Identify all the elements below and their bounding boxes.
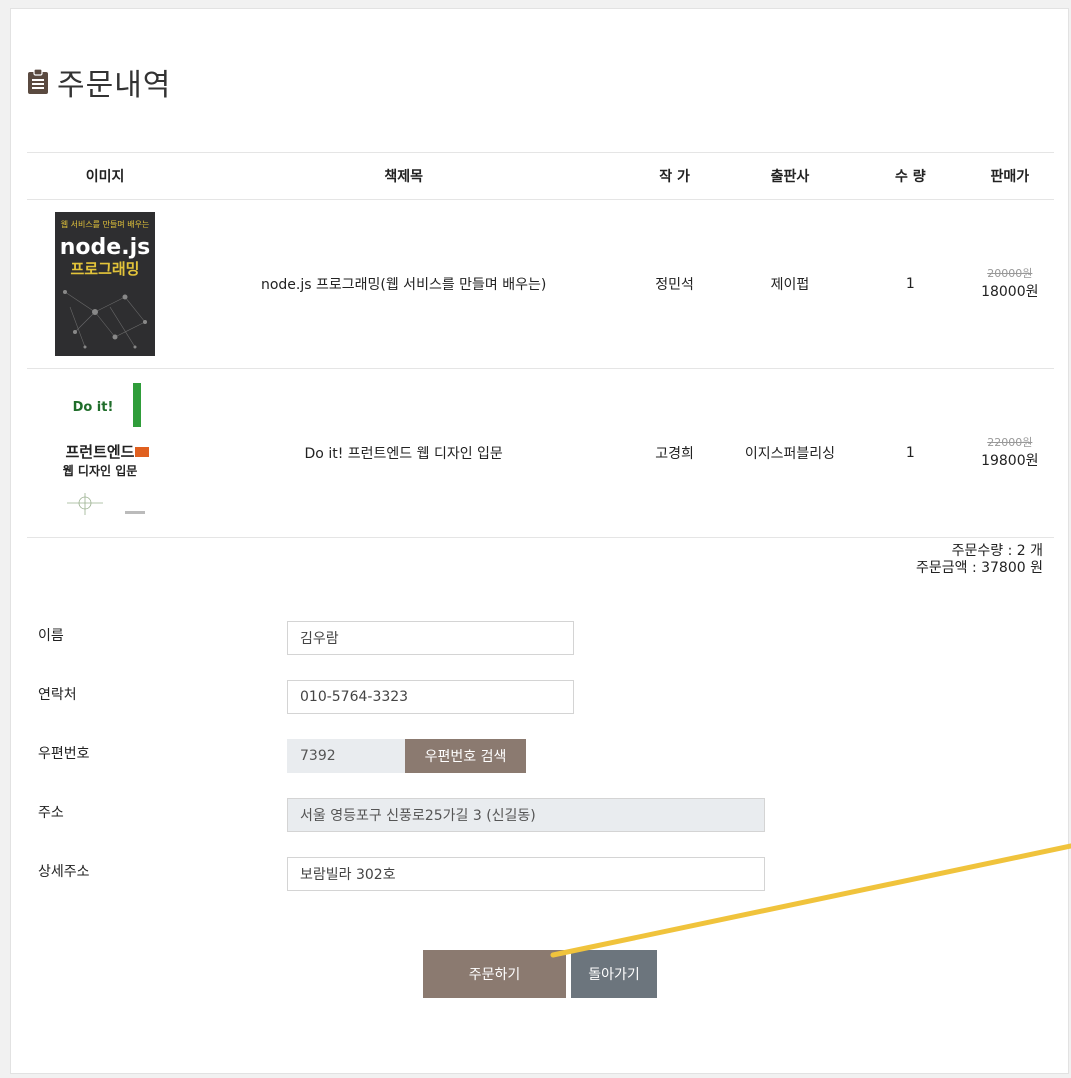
header-quantity: 수 량	[855, 152, 966, 200]
table-header-row: 이미지 책제목 작 가 출판사 수 량 판매가	[27, 152, 1054, 200]
book-author: 고경희	[624, 368, 725, 538]
cover-text-top: 웹 서비스를 만들며 배우는	[61, 219, 150, 229]
cover-text-main: node.js	[60, 235, 150, 260]
zip-search-button[interactable]: 우편번호 검색	[405, 739, 526, 773]
cover-text-main: 프런트엔드	[66, 443, 135, 461]
book-publisher: 이지스퍼블리싱	[724, 368, 856, 538]
header-publisher: 출판사	[724, 152, 856, 200]
book-author: 정민석	[624, 199, 725, 369]
original-price: 22000원	[987, 436, 1033, 449]
name-input[interactable]: 김우람	[287, 621, 574, 655]
page-title: 주문내역	[27, 60, 171, 104]
cover-text-sub: 프로그래밍	[71, 260, 140, 278]
book-cover-cell: Do it! 프런트엔드 웹 디자인 입문	[27, 368, 184, 538]
book-cover-cell: 웹 서비스를 만들며 배우는 node.js 프로그래밍	[27, 199, 184, 369]
book-price: 22000원 19800원	[965, 368, 1054, 538]
order-summary: 주문수량 : 2 개 주문금액 : 37800 원	[916, 543, 1043, 577]
clipboard-icon	[28, 69, 48, 94]
address-label: 주소	[38, 805, 64, 821]
zip-label: 우편번호	[38, 746, 90, 762]
header-title: 책제목	[183, 152, 625, 200]
order-button[interactable]: 주문하기	[423, 950, 566, 998]
phone-label: 연락처	[38, 687, 77, 703]
order-count: 주문수량 : 2 개	[951, 543, 1043, 559]
book-quantity: 1	[855, 368, 966, 538]
sale-price: 19800원	[981, 453, 1039, 469]
book-publisher: 제이펍	[724, 199, 856, 369]
order-table: 이미지 책제목 작 가 출판사 수 량 판매가 웹 서비스를 만들며 배우는 n…	[27, 152, 1054, 538]
table-row: 웹 서비스를 만들며 배우는 node.js 프로그래밍 node.js 프로그…	[27, 199, 1054, 369]
header-price: 판매가	[965, 152, 1054, 200]
book-title: node.js 프로그래밍(웹 서비스를 만들며 배우는)	[183, 199, 625, 369]
page-title-text: 주문내역	[57, 68, 172, 103]
order-amount: 주문금액 : 37800 원	[915, 560, 1043, 576]
detail-address-input[interactable]: 보람빌라 302호	[287, 857, 765, 891]
phone-input[interactable]: 010-5764-3323	[287, 680, 574, 714]
zip-input[interactable]: 7392	[287, 739, 405, 773]
back-button[interactable]: 돌아가기	[571, 950, 657, 998]
address-input[interactable]: 서울 영등포구 신풍로25가길 3 (신길동)	[287, 798, 765, 832]
name-label: 이름	[38, 628, 64, 644]
sale-price: 18000원	[981, 284, 1039, 300]
cover-text-sub: 웹 디자인 입문	[63, 463, 138, 478]
book-title: Do it! 프런트엔드 웹 디자인 입문	[183, 368, 625, 538]
book-cover-nodejs[interactable]: 웹 서비스를 만들며 배우는 node.js 프로그래밍	[55, 212, 156, 356]
book-quantity: 1	[855, 199, 966, 369]
detail-address-label: 상세주소	[38, 864, 90, 880]
book-cover-doit[interactable]: Do it! 프런트엔드 웹 디자인 입문	[55, 381, 156, 525]
table-row: Do it! 프런트엔드 웹 디자인 입문 Do it! 프런트엔드 웹 디자인…	[27, 368, 1054, 538]
header-author: 작 가	[624, 152, 725, 200]
cover-text-top: Do it!	[73, 400, 114, 415]
header-image: 이미지	[27, 152, 184, 200]
book-price: 20000원 18000원	[965, 199, 1054, 369]
original-price: 20000원	[987, 267, 1033, 280]
